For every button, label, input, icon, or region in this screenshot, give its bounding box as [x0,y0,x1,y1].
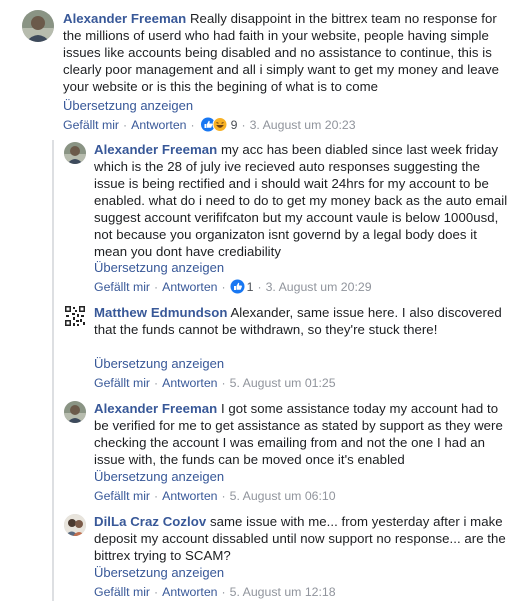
reactions-summary[interactable] [199,117,229,136]
comment-actions: Gefällt mir · Antworten · 1 · 3. August um 20:… [94,279,372,298]
comment-actions: Gefällt mir · Antworten · 5. August um 01:25 [94,375,336,391]
like-haha-reaction-icon [200,117,228,132]
translate-link[interactable]: Übersetzung anzeigen [94,565,224,581]
profile-photo-icon [22,10,54,42]
reply-link[interactable]: Antworten [162,585,217,599]
comment-timestamp[interactable]: 5. August um 12:18 [230,585,336,599]
comment-author[interactable]: Matthew Edmundson [94,305,227,320]
separator-dot: · [190,118,195,132]
comment-actions: Gefällt mir · Antworten · 5. August um 06:10 [94,488,336,504]
separator-dot: · [154,489,159,503]
like-link[interactable]: Gefällt mir [94,280,150,294]
avatar[interactable] [22,10,54,42]
comment-body: Alexander Freeman my acc has been diable… [94,141,508,260]
profile-photo-icon [64,401,86,423]
comment-author[interactable]: DilLa Craz Cozlov [94,514,206,529]
comment-author[interactable]: Alexander Freeman [94,142,217,157]
reactions-summary[interactable] [230,279,245,298]
qr-code-avatar-icon [64,305,86,327]
separator-dot: · [154,585,159,599]
profile-photo-icon [64,514,86,536]
like-link[interactable]: Gefällt mir [94,585,150,599]
comment-body: DilLa Craz Cozlov same issue with me... … [94,513,508,564]
reaction-count[interactable]: 1 [247,280,254,294]
comment-text: my acc has been diabled since last week … [94,142,508,259]
like-link[interactable]: Gefällt mir [94,489,150,503]
comment-timestamp[interactable]: 3. August um 20:23 [250,118,356,132]
avatar[interactable] [64,514,86,536]
comment-body: Matthew Edmundson Alexander, same issue … [94,304,508,338]
translate-link[interactable]: Übersetzung anzeigen [94,356,224,372]
reply-link[interactable]: Antworten [131,118,186,132]
separator-dot: · [154,280,159,294]
comment-actions: Gefällt mir · Antworten · 9 · 3. August um 20:… [63,117,356,136]
avatar[interactable] [64,401,86,423]
comment-author[interactable]: Alexander Freeman [94,401,217,416]
separator-dot: · [241,118,246,132]
like-link[interactable]: Gefällt mir [94,376,150,390]
reply-link[interactable]: Antworten [162,280,217,294]
comment-timestamp[interactable]: 5. August um 01:25 [230,376,336,390]
separator-dot: · [123,118,128,132]
reply-link[interactable]: Antworten [162,376,217,390]
profile-photo-icon [64,142,86,164]
comment-body: Alexander Freeman I got some assistance … [94,400,508,468]
thumbs-up-icon [230,279,245,294]
like-link[interactable]: Gefällt mir [63,118,119,132]
separator-dot: · [257,280,262,294]
comment-timestamp[interactable]: 5. August um 06:10 [230,489,336,503]
comment-timestamp[interactable]: 3. August um 20:29 [266,280,372,294]
comment-body: Alexander Freeman Really disappoint in t… [63,10,508,95]
translate-link[interactable]: Übersetzung anzeigen [94,469,224,485]
separator-dot: · [221,489,226,503]
separator-dot: · [221,280,226,294]
separator-dot: · [221,585,226,599]
reaction-count[interactable]: 9 [231,118,238,132]
comment-author[interactable]: Alexander Freeman [63,11,186,26]
translate-link[interactable]: Übersetzung anzeigen [63,98,193,114]
translate-link[interactable]: Übersetzung anzeigen [94,260,224,276]
reply-link[interactable]: Antworten [162,489,217,503]
avatar[interactable] [64,305,86,327]
avatar[interactable] [64,142,86,164]
comment-actions: Gefällt mir · Antworten · 5. August um 12:18 [94,584,336,600]
reply-thread-line [52,140,54,601]
separator-dot: · [221,376,226,390]
separator-dot: · [154,376,159,390]
